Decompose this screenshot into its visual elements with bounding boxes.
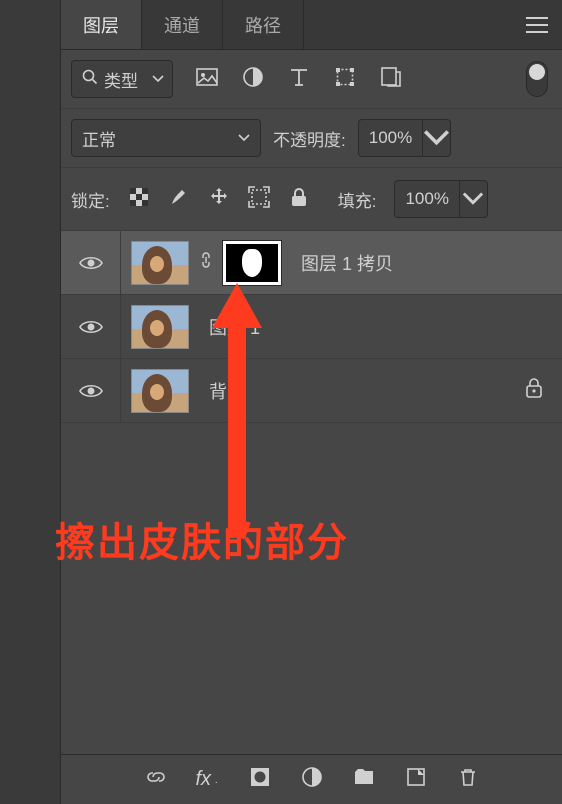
type-filter-icons — [195, 65, 403, 94]
group-icon[interactable] — [352, 765, 376, 794]
layer-name[interactable]: 图层 1 — [209, 314, 260, 340]
tab-channels[interactable]: 通道 — [142, 0, 223, 49]
layer-row[interactable]: 图层 1 — [61, 295, 562, 359]
fill-input[interactable]: 100% — [394, 180, 487, 218]
chevron-down-icon[interactable] — [422, 120, 450, 156]
layer-thumbnail[interactable] — [131, 241, 189, 285]
blend-row: 正常 不透明度: 100% — [61, 109, 562, 168]
fill-label: 填充: — [338, 187, 377, 212]
layer-row[interactable]: 背景 — [61, 359, 562, 423]
filter-toggle[interactable] — [526, 61, 548, 97]
layer-thumbnail[interactable] — [131, 305, 189, 349]
mask-icon[interactable] — [248, 765, 272, 794]
opacity-label: 不透明度: — [273, 126, 346, 151]
blend-mode-select[interactable]: 正常 — [71, 119, 261, 157]
new-layer-icon[interactable] — [404, 765, 428, 794]
panel-tabs: 图层 通道 路径 — [61, 0, 562, 50]
fill-value: 100% — [395, 189, 458, 209]
panel-menu-icon[interactable] — [512, 0, 562, 49]
link-icon[interactable] — [199, 251, 213, 274]
lock-row: 锁定: 填充: 100% — [61, 168, 562, 231]
layer-name[interactable]: 背景 — [209, 378, 245, 404]
adjustment-filter-icon[interactable] — [241, 65, 265, 94]
opacity-value: 100% — [359, 128, 422, 148]
lock-all-icon[interactable] — [288, 186, 310, 213]
lock-icon[interactable] — [524, 377, 544, 404]
lock-position-icon[interactable] — [208, 186, 230, 213]
layer-thumbnail[interactable] — [131, 369, 189, 413]
fx-icon[interactable]: fx﹒ — [196, 768, 220, 792]
type-filter-label: 类型 — [104, 67, 138, 92]
visibility-toggle[interactable] — [61, 295, 121, 358]
type-filter-row: 类型 — [61, 50, 562, 109]
type-filter-select[interactable]: 类型 — [71, 60, 173, 98]
tab-layers[interactable]: 图层 — [61, 0, 142, 49]
search-icon — [82, 69, 98, 90]
layer-row[interactable]: 图层 1 拷贝 — [61, 231, 562, 295]
toggle-knob — [529, 64, 545, 80]
tab-paths[interactable]: 路径 — [223, 0, 304, 49]
smartobject-filter-icon[interactable] — [379, 65, 403, 94]
blend-mode-value: 正常 — [82, 126, 116, 151]
visibility-toggle[interactable] — [61, 231, 121, 294]
shape-filter-icon[interactable] — [333, 65, 357, 94]
trash-icon[interactable] — [456, 765, 480, 794]
lock-brush-icon[interactable] — [168, 186, 190, 213]
visibility-toggle[interactable] — [61, 359, 121, 422]
chevron-down-icon — [152, 69, 164, 89]
mask-thumbnail[interactable] — [223, 241, 281, 285]
chevron-down-icon[interactable] — [459, 181, 487, 217]
layer-list: 图层 1 拷贝 图层 1 背景 — [61, 231, 562, 754]
text-filter-icon[interactable] — [287, 65, 311, 94]
adjustment-icon[interactable] — [300, 765, 324, 794]
layer-name[interactable]: 图层 1 拷贝 — [301, 250, 393, 276]
lock-label: 锁定: — [71, 187, 110, 212]
layers-panel: 图层 通道 路径 类型 正常 — [60, 0, 562, 804]
layers-footer: fx﹒ — [61, 754, 562, 804]
image-filter-icon[interactable] — [195, 65, 219, 94]
lock-transparency-icon[interactable] — [128, 186, 150, 213]
chevron-down-icon — [238, 128, 250, 148]
opacity-input[interactable]: 100% — [358, 119, 451, 157]
link-layers-icon[interactable] — [144, 765, 168, 794]
lock-artboard-icon[interactable] — [248, 186, 270, 213]
